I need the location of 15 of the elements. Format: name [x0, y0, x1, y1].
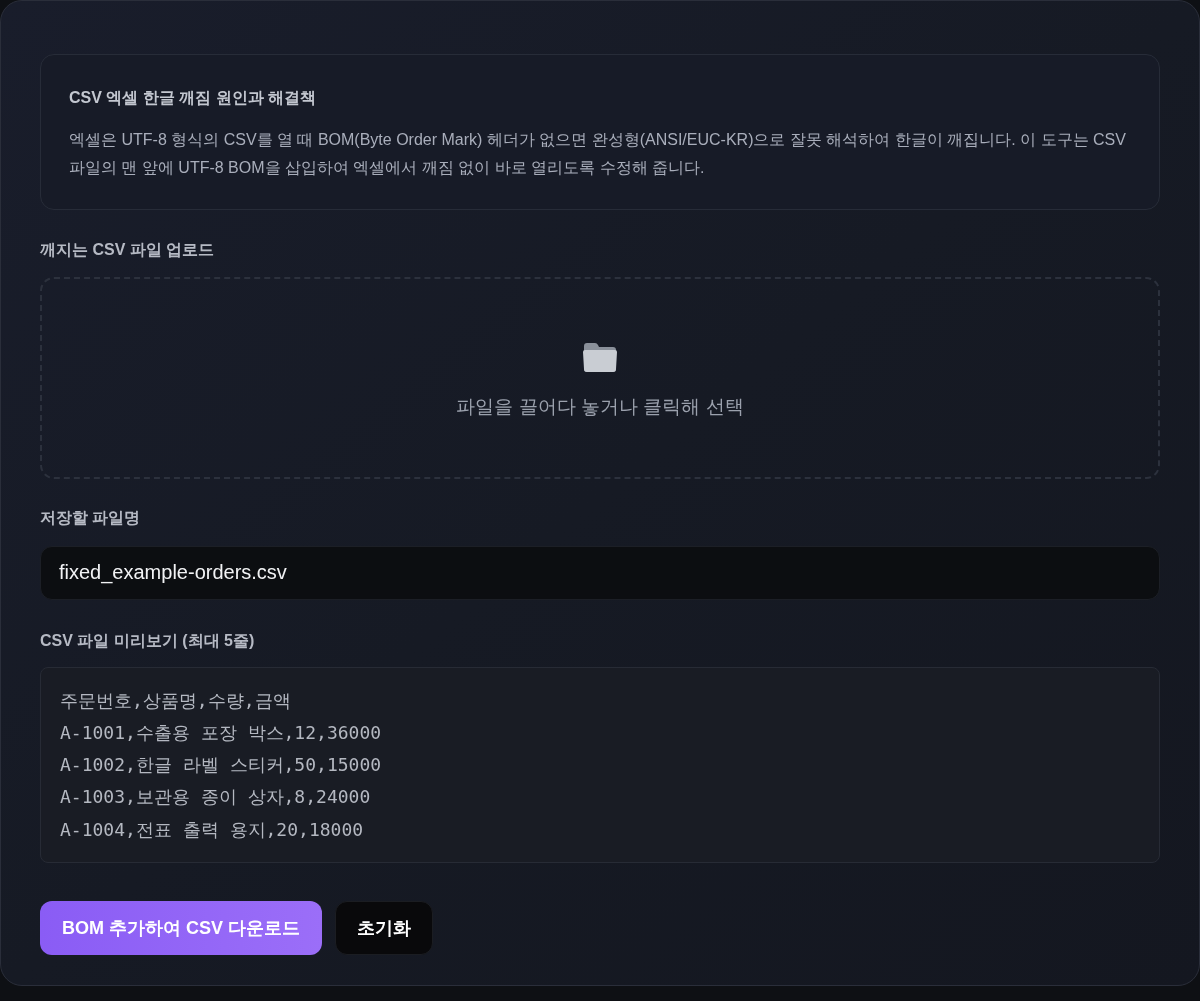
preview-line: A-1001,수출용 포장 박스,12,36000 [60, 720, 382, 745]
preview-line: A-1004,전표 출력 용지,20,18000 [60, 817, 364, 842]
file-drop-zone[interactable]: 파일을 끌어다 놓거나 클릭해 선택 [40, 277, 1160, 480]
download-button[interactable]: BOM 추가하여 CSV 다운로드 [40, 901, 322, 955]
upload-label: 깨지는 CSV 파일 업로드 [40, 240, 216, 260]
reset-button[interactable]: 초기화 [335, 901, 433, 955]
filename-label: 저장할 파일명 [40, 508, 142, 529]
preview-line: A-1002,한글 라벨 스티커,50,15000 [60, 753, 382, 778]
info-paragraph: 엑셀은 UTF-8 형식의 CSV를 열 때 BOM(Byte Order Mark) 헤더가 없으면 완성형(ANSI/EUC-KR)으로 잘못 해석하여 한글이 깨집니다. 이 도구는 CSV 파일의 맨 앞에 UTF-8 BOM을 삽입하여 엑셀에서 깨짐 없이 바로 열리도록 수정해 줍니다. [69, 130, 1127, 178]
preview-line: 주문번호,상품명,수량,금액 [60, 688, 291, 713]
info-title: CSV 엑셀 한글 깨짐 원인과 해결책 [69, 88, 318, 108]
filename-input[interactable]: fixed_example-orders.csv [40, 546, 1160, 600]
folder-icon [582, 341, 618, 373]
preview-label: CSV 파일 미리보기 (최대 5줄) [40, 630, 256, 651]
preview-line: A-1003,보관용 종이 상자,8,24000 [60, 785, 371, 810]
